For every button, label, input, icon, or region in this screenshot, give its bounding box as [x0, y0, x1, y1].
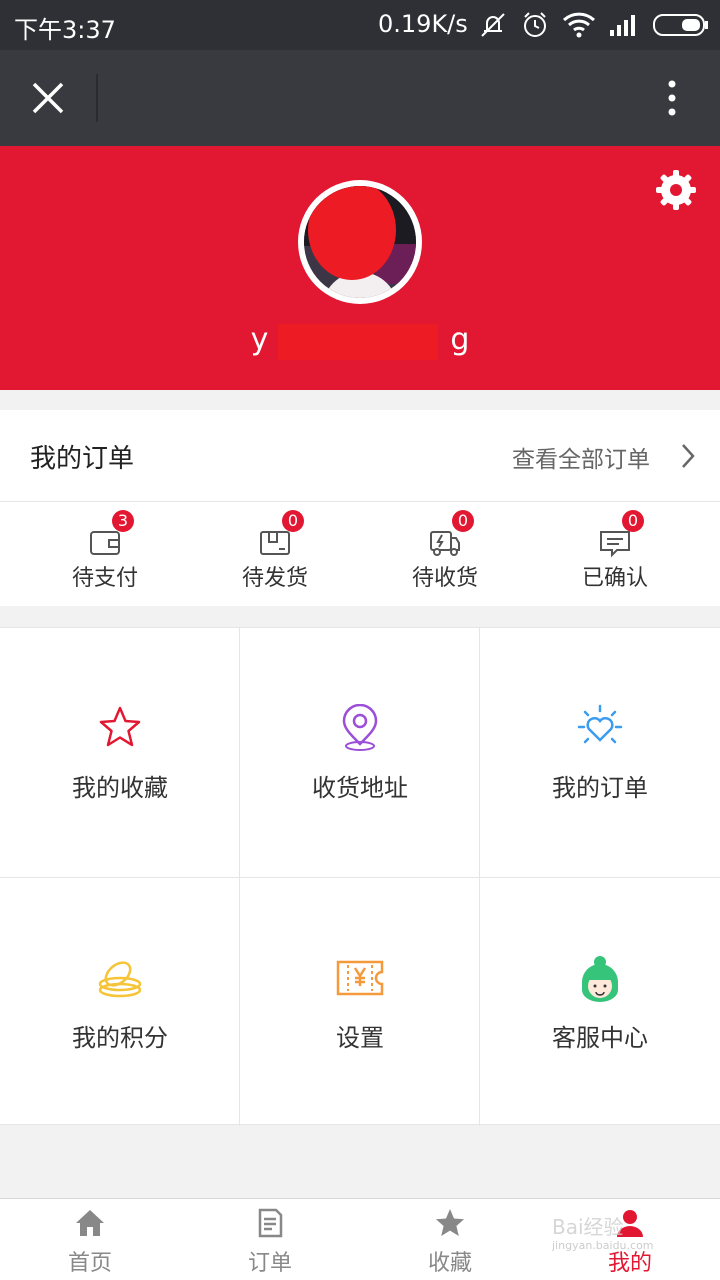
status-badge: 0 — [622, 510, 644, 532]
star-icon — [99, 706, 141, 747]
order-status-pending-receipt[interactable]: 0 待收货 — [355, 510, 535, 600]
bottom-tab-bar: 首页 订单 收藏 我的 Bai经验 jingyan.baidu.com — [0, 1198, 720, 1280]
chevron-right-icon[interactable] — [680, 442, 696, 470]
tab-label: 订单 — [247, 1251, 292, 1276]
order-status-pending-shipment[interactable]: 0 待发货 — [185, 510, 365, 600]
avatar[interactable] — [298, 180, 422, 304]
tab-label: 收藏 — [427, 1251, 472, 1276]
view-all-orders-link[interactable]: 查看全部订单 — [512, 440, 650, 474]
status-badge: 0 — [452, 510, 474, 532]
grid-item-label: 我的积分 — [72, 1024, 168, 1052]
star-icon — [436, 1209, 464, 1236]
status-bar: 下午3:37 0.19K/s — [0, 0, 720, 50]
avatar-photo — [304, 186, 416, 298]
username-end: g — [450, 322, 470, 357]
status-badge: 0 — [282, 510, 304, 532]
status-label: 待收货 — [411, 566, 478, 591]
document-icon — [258, 1208, 283, 1238]
tab-label: 首页 — [67, 1251, 112, 1276]
gear-icon[interactable] — [654, 168, 698, 212]
orders-section: 我的订单 查看全部订单 3 待支付 0 待发货 0 待收货 0 已确认 — [0, 410, 720, 606]
orders-title: 我的订单 — [30, 444, 135, 474]
grid-item-settings[interactable]: 设置 — [240, 878, 480, 1127]
grid-item-my-orders[interactable]: 我的订单 — [480, 628, 720, 877]
tab-mine[interactable]: 我的 Bai经验 jingyan.baidu.com — [540, 1199, 720, 1280]
grid-item-label: 收货地址 — [312, 774, 408, 802]
sun-heart-icon — [577, 704, 623, 744]
grid-item-address[interactable]: 收货地址 — [240, 628, 480, 877]
ticket-yen-icon — [336, 960, 384, 996]
tab-favorites[interactable]: 收藏 — [360, 1199, 540, 1280]
username-redaction — [278, 324, 438, 360]
close-icon[interactable] — [28, 78, 68, 118]
grid-item-favorites[interactable]: 我的收藏 — [0, 628, 240, 877]
orders-header[interactable]: 我的订单 查看全部订单 — [0, 410, 720, 502]
grid-item-label: 设置 — [336, 1024, 384, 1052]
title-divider — [96, 74, 98, 122]
status-badge: 3 — [112, 510, 134, 532]
status-label: 已确认 — [581, 566, 648, 591]
order-status-pending-payment[interactable]: 3 待支付 — [15, 510, 195, 600]
status-label: 待发货 — [241, 566, 308, 591]
tab-home[interactable]: 首页 — [0, 1199, 180, 1280]
feature-grid: 我的收藏 收货地址 我的订单 我的积分 设置 客服中心 — [0, 627, 720, 1127]
tab-orders[interactable]: 订单 — [180, 1199, 360, 1280]
signal-icon — [610, 15, 635, 36]
watermark-sub: jingyan.baidu.com — [552, 1239, 654, 1252]
location-pin-icon — [342, 704, 378, 751]
home-icon — [76, 1210, 104, 1236]
order-status-confirmed[interactable]: 0 已确认 — [525, 510, 705, 600]
alarm-icon — [524, 12, 546, 37]
status-label: 待支付 — [71, 566, 138, 591]
watermark: Bai经验 — [552, 1215, 624, 1239]
grid-item-label: 我的收藏 — [72, 774, 168, 802]
username: yg — [0, 322, 720, 360]
wifi-icon — [562, 12, 596, 38]
grid-item-label: 我的订单 — [552, 774, 648, 802]
customer-service-icon — [582, 956, 618, 1002]
status-time: 下午3:37 — [14, 16, 116, 44]
username-start: y — [250, 322, 269, 357]
network-speed: 0.19K/s — [378, 10, 468, 38]
battery-icon — [653, 14, 708, 36]
grid-item-points[interactable]: 我的积分 — [0, 878, 240, 1127]
coins-icon — [98, 961, 142, 998]
title-bar — [0, 50, 720, 146]
mute-icon — [481, 13, 505, 37]
grid-item-customer-service[interactable]: 客服中心 — [480, 878, 720, 1127]
profile-header: yg — [0, 146, 720, 390]
more-vertical-icon[interactable] — [656, 78, 688, 118]
grid-item-label: 客服中心 — [552, 1024, 648, 1052]
